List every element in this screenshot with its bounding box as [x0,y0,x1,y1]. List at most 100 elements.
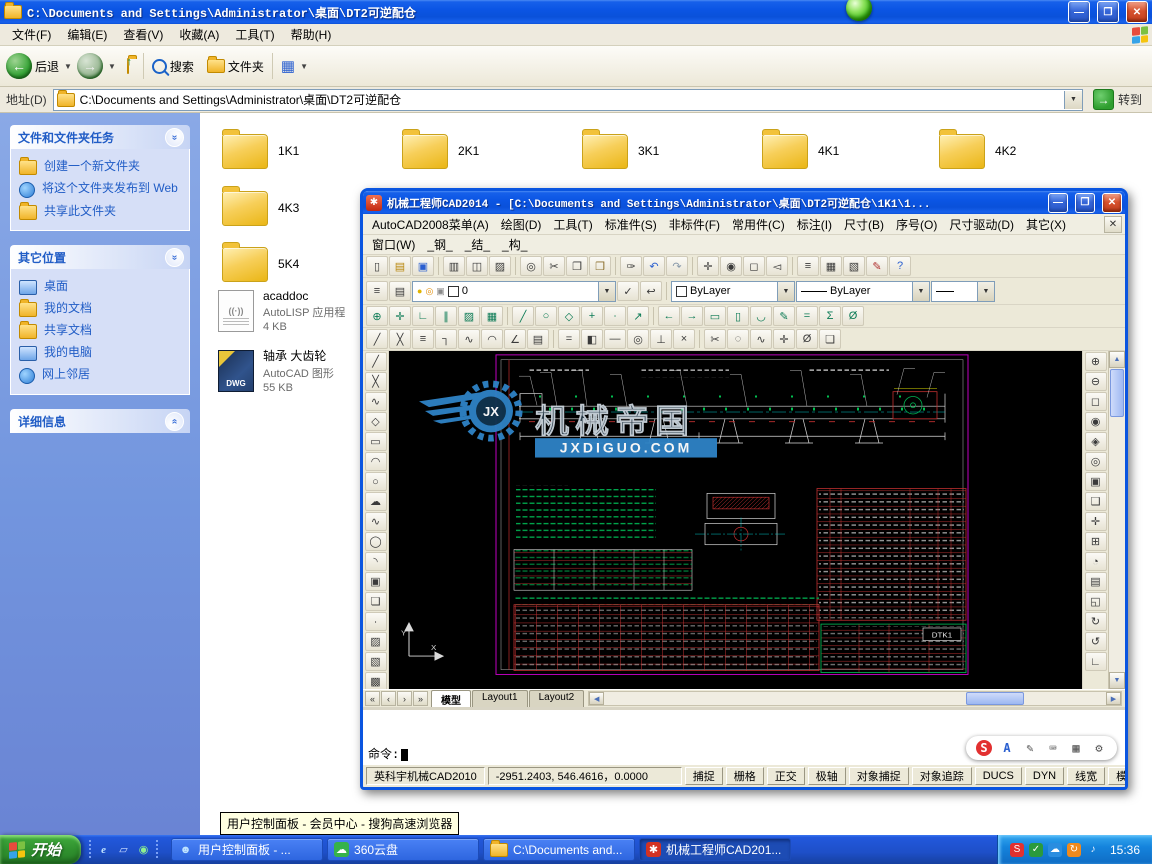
ucs-icon[interactable]: ✛ [773,329,795,349]
folder-tile[interactable]: 1K1 [222,128,394,173]
file-tile[interactable]: ((·)) acaddoc AutoLISP 应用程 4 KB [218,289,345,333]
undo-icon[interactable]: ↶ [643,256,665,276]
status-toggle-DYN[interactable]: DYN [1024,767,1065,785]
volume-tray-icon[interactable]: ♪ [1086,843,1100,857]
status-toggle-模型[interactable]: 模型 [1108,767,1125,785]
sogou-logo[interactable]: S [976,740,992,756]
measure-icon[interactable]: Ø [796,329,818,349]
orbit-icon[interactable]: ◔ [1084,552,1107,571]
plot-icon[interactable]: ▨ [489,256,511,276]
angle-icon[interactable]: ∠ [504,329,526,349]
zoom-object-icon[interactable]: ▣ [1084,472,1107,491]
back-dropdown-icon[interactable]: ▼ [64,62,72,71]
cad-menu-item[interactable]: _构_ [496,235,533,254]
vertical-scroll-thumb[interactable] [1110,369,1124,417]
close-document-icon[interactable]: ✕ [1104,215,1122,233]
ortho-lines-icon[interactable]: ∟ [412,306,434,326]
polygon-icon[interactable]: ◇ [364,412,387,431]
layer-combo-caret[interactable]: ▼ [598,281,615,301]
cad-menu-item[interactable]: 序号(O) [890,215,943,234]
ucs-icon-icon[interactable]: ∟ [1084,652,1107,671]
fillet-small-icon[interactable]: ◡ [750,306,772,326]
polyline-edit-icon[interactable]: ┐ [435,329,457,349]
zoom-previous-icon[interactable]: ◅ [766,256,788,276]
group-icon[interactable]: ❏ [819,329,841,349]
lineweight-combo-caret[interactable]: ▼ [977,281,994,301]
start-button[interactable]: 开始 [0,835,82,864]
cad-close-button[interactable]: ✕ [1102,192,1122,213]
designcenter-icon[interactable]: ▦ [820,256,842,276]
lineweight-combo[interactable]: ▼ [931,280,995,302]
folders-label[interactable]: 文件夹 [228,58,264,75]
color-combo[interactable]: ByLayer ▼ [671,280,795,302]
zoom-in-icon[interactable]: ⊕ [1084,352,1107,371]
menu-item[interactable]: 收藏(A) [171,24,227,45]
line-teal-icon[interactable]: ╱ [512,306,534,326]
back-icon[interactable]: ← [6,53,32,79]
tab-last-icon[interactable]: » [413,691,428,706]
drawing-canvas[interactable]: DTK1 Y X JX 机械帝国 JXDIGUO.COM [389,351,1082,689]
browser-360-icon[interactable]: ◉ [136,842,151,857]
linetype-combo[interactable]: ByLayer ▼ [796,280,930,302]
menu-item[interactable]: 编辑(E) [59,24,115,45]
new-icon[interactable]: ▯ [366,256,388,276]
mode-letter[interactable]: A [999,740,1015,756]
restore-button[interactable]: ❐ [1097,1,1119,23]
folders-icon[interactable] [206,56,225,73]
cad-menu-item[interactable]: 工具(T) [547,215,598,234]
address-input[interactable]: C:\Documents and Settings\Administrator\… [52,88,1083,111]
folder-tile[interactable]: 4K2 [939,128,1111,173]
horizontal-scrollbar[interactable]: ◀ ▶ [588,691,1122,706]
status-toggle-正交[interactable]: 正交 [766,767,805,785]
zoom-realtime-icon[interactable]: ◉ [720,256,742,276]
search-label[interactable]: 搜索 [170,58,194,75]
cad-menu-item[interactable]: 尺寸(B) [838,215,890,234]
arrow-right-icon[interactable]: → [681,306,703,326]
file-tile[interactable]: 轴承 大齿轮 AutoCAD 图形 55 KB [218,347,334,394]
sidebar-item[interactable]: 共享此文件夹 [19,201,181,223]
arc-icon[interactable]: ◠ [364,452,387,471]
quicklaunch-handle-2[interactable] [156,839,159,860]
folder-tile[interactable]: 4K1 [762,128,934,173]
section-header[interactable]: 详细信息 » [10,409,190,433]
update-tray-icon[interactable]: ↻ [1066,842,1081,857]
status-toggle-DUCS[interactable]: DUCS [974,767,1022,785]
snap-point-icon[interactable]: ⊕ [366,306,388,326]
polyline-icon[interactable]: ∿ [364,392,387,411]
polygon-teal-icon[interactable]: ◇ [558,306,580,326]
construction-line-icon[interactable]: ╳ [364,372,387,391]
pan-realtime-icon[interactable]: ⊞ [1084,532,1107,551]
address-dropdown-icon[interactable]: ▼ [1063,90,1082,109]
pin-icon[interactable]: ⊥ [650,329,672,349]
layer-manager-icon[interactable]: ≡ [366,281,388,301]
properties-icon[interactable]: ≡ [797,256,819,276]
cad-titlebar[interactable]: ✱ 机械工程师CAD2014 - [C:\Documents and Setti… [363,191,1125,214]
sidebar-item[interactable]: 网上邻居 [19,364,181,387]
cad-minimize-button[interactable]: — [1048,192,1068,213]
views-dropdown-icon[interactable]: ▼ [300,62,308,71]
zoom-all-icon[interactable]: ❑ [1084,492,1107,511]
rectangle-icon[interactable]: ▭ [364,432,387,451]
equal-icon[interactable]: = [558,329,580,349]
cad-menu-item[interactable]: 其它(X) [1020,215,1072,234]
search-icon[interactable] [151,58,167,74]
folder-tile[interactable]: 3K1 [582,128,754,173]
front-view-icon[interactable]: ◱ [1084,592,1107,611]
shield-tray-icon[interactable]: ✓ [1028,842,1043,857]
leader-icon[interactable]: ↗ [627,306,649,326]
point-icon[interactable]: ∙ [364,612,387,631]
views-icon[interactable]: ▦ [281,57,295,75]
region-icon[interactable]: ▩ [364,672,387,689]
preview-icon[interactable]: ◫ [466,256,488,276]
hatch-pick-icon[interactable]: ▨ [458,306,480,326]
sidebar-item[interactable]: 我的文档 [19,298,181,320]
task-button[interactable]: C:\Documents and... [483,838,636,861]
line-icon[interactable]: ╱ [366,329,388,349]
menu-item[interactable]: 工具(T) [227,24,282,45]
status-toggle-线宽[interactable]: 线宽 [1067,767,1106,785]
parallel-icon[interactable]: ∥ [435,306,457,326]
status-toggle-极轴[interactable]: 极轴 [807,767,846,785]
rect-hollow-icon[interactable]: ▭ [704,306,726,326]
cross-icon[interactable]: × [673,329,695,349]
sidebar-item[interactable]: 桌面 [19,276,181,298]
